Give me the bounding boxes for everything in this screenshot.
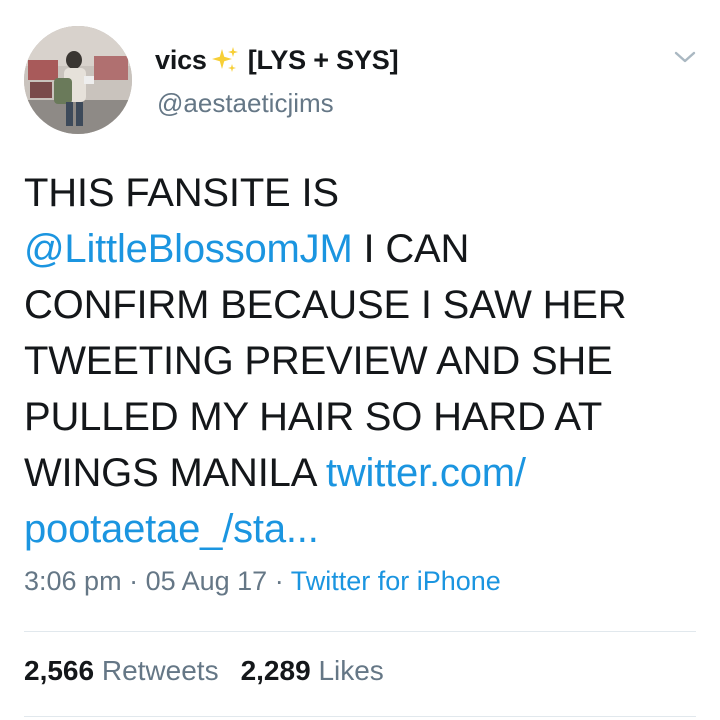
username[interactable]: @aestaeticjims bbox=[157, 88, 334, 119]
tweet-card: vics [LYS + SYS] @aestaeticjims THIS FAN… bbox=[0, 0, 720, 720]
tweet-link[interactable]: pootaetae_/sta... bbox=[24, 507, 319, 551]
retweets-label: Retweets bbox=[101, 655, 219, 686]
likes-stat[interactable]: 2,289 Likes bbox=[241, 655, 384, 686]
tweet-text-line: @LittleBlossomJM I CAN bbox=[24, 221, 684, 277]
tweet-text-line: THIS FANSITE IS bbox=[24, 165, 684, 221]
tweet-text-line: CONFIRM BECAUSE I SAW HER bbox=[24, 277, 684, 333]
tweet-text-line: PULLED MY HAIR SO HARD AT bbox=[24, 389, 684, 445]
tweet-text-line: WINGS MANILA twitter.com/ bbox=[24, 445, 684, 501]
profile-photo-icon bbox=[24, 26, 132, 134]
tweet-text-segment: TWEETING PREVIEW AND SHE bbox=[24, 339, 613, 383]
tweet-text-segment: WINGS MANILA bbox=[24, 451, 326, 495]
divider bbox=[24, 631, 696, 632]
likes-label: Likes bbox=[318, 655, 384, 686]
tweet-link[interactable]: twitter.com/ bbox=[326, 451, 526, 495]
display-name[interactable]: vics bbox=[155, 45, 207, 76]
tweet-stats: 2,566 Retweets 2,289 Likes bbox=[24, 655, 384, 687]
tweet-text-line: TWEETING PREVIEW AND SHE bbox=[24, 333, 684, 389]
tweet-text-segment: PULLED MY HAIR SO HARD AT bbox=[24, 395, 603, 439]
tweet-text-segment: CONFIRM BECAUSE I SAW HER bbox=[24, 283, 627, 327]
tweet-meta: 3:06 pm · 05 Aug 17 · Twitter for iPhone bbox=[24, 566, 501, 597]
tweet-source-link[interactable]: Twitter for iPhone bbox=[291, 566, 501, 596]
tweet-text-segment: I CAN bbox=[352, 227, 470, 271]
chevron-down-icon[interactable] bbox=[672, 46, 698, 68]
display-name-row[interactable]: vics [LYS + SYS] bbox=[155, 40, 399, 80]
tweet-date[interactable]: 05 Aug 17 bbox=[146, 566, 268, 596]
likes-count: 2,289 bbox=[240, 655, 311, 686]
meta-separator: · bbox=[267, 566, 291, 596]
tweet-text: THIS FANSITE IS @LittleBlossomJM I CAN CON… bbox=[24, 165, 684, 557]
tweet-link[interactable]: @LittleBlossomJM bbox=[24, 227, 353, 271]
meta-separator: · bbox=[121, 566, 146, 596]
tweet-text-line: pootaetae_/sta... bbox=[24, 501, 684, 557]
retweets-count: 2,566 bbox=[24, 655, 95, 686]
display-name-suffix: [LYS + SYS] bbox=[247, 44, 399, 75]
divider bbox=[24, 716, 696, 717]
tweet-text-segment: THIS FANSITE IS bbox=[24, 171, 339, 215]
retweets-stat[interactable]: 2,566 Retweets bbox=[24, 655, 219, 686]
avatar[interactable] bbox=[24, 26, 132, 134]
tweet-time[interactable]: 3:06 pm bbox=[24, 566, 122, 596]
sparkles-icon bbox=[210, 45, 240, 75]
